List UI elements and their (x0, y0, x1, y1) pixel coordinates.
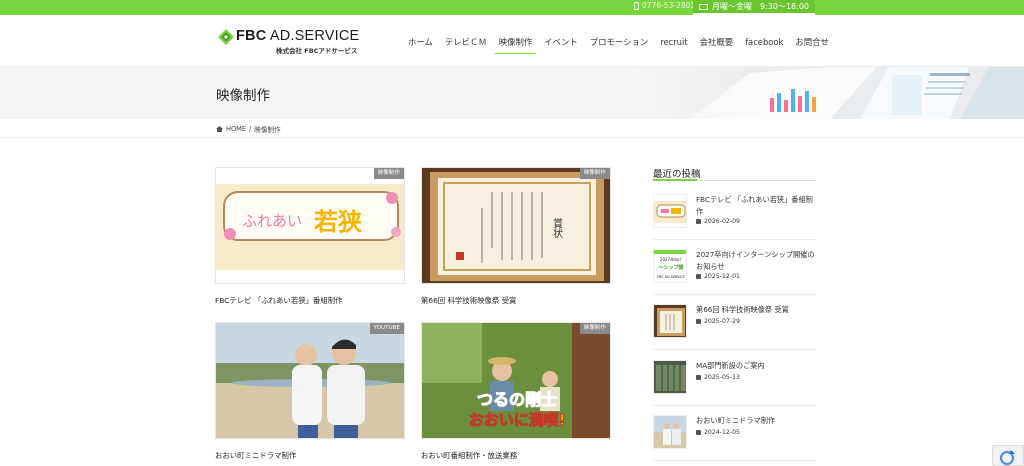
breadcrumb-separator: / (249, 125, 252, 133)
post-card[interactable]: ふれあい 若狭 映像制作 FBCテレビ 「ふれあい若狭」番組制作 (215, 167, 405, 306)
logo-mark-icon (218, 29, 234, 45)
post-thumbnail[interactable]: YOUTUBE (215, 322, 405, 439)
post-thumbnail[interactable]: 賞状 映像制作 (421, 167, 611, 284)
recent-post-date: 2026-02-09 (696, 218, 740, 225)
award-certificate-image: 賞状 (422, 168, 610, 283)
post-title[interactable]: 第66回 科学技術映像祭 受賞 (421, 295, 611, 306)
svg-text:賞状: 賞状 (551, 217, 563, 238)
post-title[interactable]: FBCテレビ 「ふれあい若狭」番組制作 (215, 295, 405, 306)
nav-event[interactable]: イベント (538, 34, 584, 54)
main-nav: ホーム テレビＣＭ 映像制作 イベント プロモーション recruit 会社概要… (402, 34, 835, 54)
calendar-icon (696, 274, 701, 279)
phone-info[interactable]: 0776-53-2801 (634, 1, 695, 10)
recent-posts-heading: 最近の投稿 (653, 169, 701, 180)
recent-post-item[interactable]: 第66回 科学技術映像祭 受賞 2025-07-29 (653, 304, 816, 344)
recent-post-item[interactable]: 2027卒向け 〜シップ開 FBC AD.SERVICE 2027卒向けインター… (653, 249, 816, 289)
post-thumbnail[interactable]: つるの剛士 おおいに満喫! 映像制作 (421, 322, 611, 439)
nav-company[interactable]: 会社概要 (694, 34, 740, 54)
category-badge[interactable]: 映像制作 (579, 323, 610, 334)
recent-post-title[interactable]: 第66回 科学技術映像祭 受賞 (696, 304, 818, 316)
header-decoration-image (630, 67, 1024, 119)
category-badge[interactable]: 映像制作 (373, 168, 404, 179)
post-divider (653, 349, 816, 350)
recent-post-title[interactable]: MA部門新設のご案内 (696, 360, 818, 372)
breadcrumb-home[interactable]: HOME (226, 125, 246, 133)
calendar-icon (696, 375, 701, 380)
svg-text:若狭: 若狭 (313, 208, 362, 236)
post-thumbnail[interactable]: ふれあい 若狭 映像制作 (215, 167, 405, 284)
breadcrumb-divider (0, 137, 1024, 138)
recent-post-title[interactable]: おおい町ミニドラマ制作 (696, 415, 818, 427)
recent-post-date: 2025-12-01 (696, 273, 740, 280)
hours-text: 月曜〜金曜 9:30〜18:00 (711, 2, 810, 11)
site-header: FBC AD.SERVICE 株式会社 FBCアドサービス ホーム テレビＣＭ … (0, 15, 1024, 67)
recent-post-title[interactable]: 2027卒向けインターンシップ開催のお知らせ (696, 249, 818, 273)
logo-subtext: 株式会社 FBCアドサービス (276, 47, 358, 55)
nav-video-production[interactable]: 映像制作 (493, 34, 539, 54)
category-badge[interactable]: 映像制作 (579, 168, 610, 179)
post-card[interactable]: 賞状 映像制作 第66回 科学技術映像祭 受賞 (421, 167, 611, 306)
nav-recruit[interactable]: recruit (654, 34, 693, 54)
business-hours: 月曜〜金曜 9:30〜18:00 (693, 0, 815, 15)
site-logo[interactable]: FBC AD.SERVICE 株式会社 FBCアドサービス (218, 28, 359, 56)
svg-text:おおいに満喫!: おおいに満喫! (469, 411, 566, 429)
recent-post-date: 2025-05-13 (696, 374, 740, 381)
recent-post-item[interactable]: MA部門新設のご案内 2025-05-13 (653, 360, 816, 400)
svg-text:〜シップ開: 〜シップ開 (658, 264, 683, 271)
recent-post-thumbnail[interactable] (653, 304, 687, 338)
home-icon (216, 126, 223, 132)
recaptcha-icon (999, 450, 1015, 466)
recent-post-thumbnail[interactable]: 2027卒向け 〜シップ開 FBC AD.SERVICE (653, 249, 687, 283)
mini-drama-image (216, 323, 404, 438)
mail-icon (698, 3, 708, 10)
fureai-wakasa-image: ふれあい 若狭 (216, 168, 404, 283)
calendar-icon (696, 219, 701, 224)
recent-post-item[interactable]: FBCテレビ 「ふれあい若狭」番組制作 2026-02-09 (653, 194, 816, 234)
post-title[interactable]: おおい町番組制作・放送業務 (421, 450, 611, 461)
post-card[interactable]: つるの剛士 おおいに満喫! 映像制作 おおい町番組制作・放送業務 (421, 322, 611, 461)
nav-contact[interactable]: お問合せ (789, 34, 835, 54)
post-divider (653, 239, 816, 240)
ooi-program-image: つるの剛士 おおいに満喫! (422, 323, 610, 438)
svg-text:FBC AD.SERVICE: FBC AD.SERVICE (657, 275, 685, 279)
logo-text: FBC AD.SERVICE (236, 28, 360, 44)
page-header: 映像制作 (0, 67, 1024, 119)
category-badge[interactable]: YOUTUBE (369, 323, 404, 334)
nav-home[interactable]: ホーム (402, 34, 439, 54)
svg-text:ふれあい: ふれあい (242, 212, 302, 230)
page-title: 映像制作 (216, 88, 270, 104)
post-card[interactable]: YOUTUBE おおい町ミニドラマ制作 (215, 322, 405, 461)
phone-icon (634, 1, 639, 10)
recent-post-date: 2024-12-05 (696, 429, 740, 436)
svg-text:2027卒向け: 2027卒向け (660, 256, 682, 262)
recent-post-thumbnail[interactable] (653, 194, 687, 228)
post-divider (653, 460, 816, 461)
nav-promotion[interactable]: プロモーション (584, 34, 654, 54)
post-title[interactable]: おおい町ミニドラマ制作 (215, 450, 405, 461)
thumb-award-image (654, 305, 686, 337)
recent-post-item[interactable]: おおい町ミニドラマ制作 2024-12-05 (653, 415, 816, 455)
recent-post-thumbnail[interactable] (653, 360, 687, 394)
recent-post-date: 2025-07-29 (696, 318, 740, 325)
nav-facebook[interactable]: facebook (739, 34, 789, 54)
thumb-mini-drama-image (654, 416, 686, 448)
svg-text:つるの剛士: つるの剛士 (477, 390, 557, 409)
heading-underline (653, 179, 816, 181)
phone-number: 0776-53-2801 (642, 1, 696, 10)
breadcrumb-current: 映像制作 (254, 126, 281, 134)
recaptcha-badge[interactable] (992, 445, 1024, 466)
thumb-internship-image: 2027卒向け 〜シップ開 FBC AD.SERVICE (654, 250, 686, 282)
nav-tv-cm[interactable]: テレビＣＭ (439, 34, 493, 54)
recent-post-title[interactable]: FBCテレビ 「ふれあい若狭」番組制作 (696, 194, 818, 218)
breadcrumb: HOME / 映像制作 (216, 124, 281, 134)
recent-post-thumbnail[interactable] (653, 415, 687, 449)
post-divider (653, 405, 816, 406)
calendar-icon (696, 430, 701, 435)
top-bar: 0776-53-2801 月曜〜金曜 9:30〜18:00 (0, 0, 1024, 15)
calendar-icon (696, 319, 701, 324)
thumb-ma-room-image (654, 361, 686, 393)
post-divider (653, 294, 816, 295)
thumb-fureai-image (654, 195, 686, 227)
